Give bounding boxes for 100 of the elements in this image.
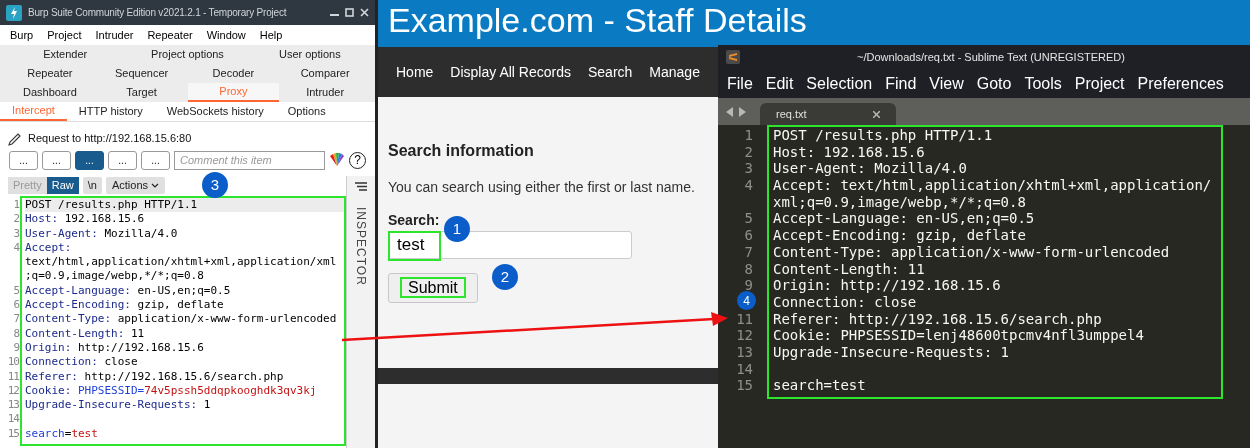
line-number: 1 [13,198,19,213]
nav-link[interactable]: Display All Records [450,61,571,83]
tool-tab[interactable]: Repeater [4,64,96,83]
menu-item[interactable]: View [929,71,964,96]
site-title: Example.com - Staff Details [388,0,807,40]
line-number: 4 [744,177,753,194]
tool-tab[interactable]: Project options [126,45,249,64]
code-text: User-Agent: Mozilla/4.0 [773,160,967,177]
pencil-icon [8,131,22,146]
code-text: Origin: http://192.168.15.6 [773,277,1001,294]
line-number: 4 [13,240,19,256]
code-text: 11 [130,326,145,341]
tool-tab[interactable]: Decoder [187,64,280,83]
line-number: 8 [744,260,753,278]
text-editor[interactable] [767,125,1223,399]
line-number: 6 [13,298,19,313]
menu-item[interactable]: Burp [10,26,34,44]
code-text: Cookie: [25,383,72,399]
submit-button[interactable]: Submit [388,273,478,303]
actions-dropdown[interactable]: Actions [105,176,165,194]
sub-tab[interactable]: WebSockets history [154,102,276,121]
comment-field[interactable]: Comment this item [174,150,325,170]
code-text: ;q=0.9,image/webp,*/*;q=0.8 [25,269,204,283]
sub-tab[interactable]: HTTP history [66,102,155,121]
nav-link[interactable]: Home [396,61,434,83]
close-icon[interactable] [360,8,369,17]
newline-toggle[interactable]: \n [82,176,102,194]
action-button[interactable]: ... [42,150,71,170]
close-icon[interactable] [873,110,880,118]
line-number: 5 [13,283,19,299]
code-text: 192.168.15.6 [64,212,145,227]
line-number: 3 [744,160,753,178]
code-text: POST /results.php HTTP/1.1 [773,127,993,143]
action-button[interactable]: ... [9,150,38,170]
file-tab[interactable]: req.txt [760,103,896,125]
menu-item[interactable]: Tools [1024,71,1062,96]
code-text: en-US,en;q=0.5 [137,283,231,299]
code-text: Accept: text/html,application/xhtml+xml,application/ [773,177,1212,194]
menu-item[interactable]: Selection [806,71,873,96]
code-text: close [104,355,138,370]
action-button[interactable]: ... [108,150,137,170]
request-target: Request to http://192.168.15.6:80 [28,131,192,147]
code-text: Upgrade-Insecure-Requests: [25,398,198,413]
field-label: Search: [388,211,440,230]
menu-item[interactable]: Repeater [147,26,193,44]
tool-tab[interactable]: Comparer [279,64,371,83]
code-text: Connection: close [773,293,917,310]
menu-item[interactable]: Window [206,26,246,44]
tool-tab[interactable]: Target [95,83,188,102]
menu-item[interactable]: Project [47,26,82,44]
code-text: Host: [25,212,59,227]
code-text: xml;q=0.9,image/webp,*/*;q=0.8 [773,193,1026,210]
code-text: Accept-Encoding: gzip, deflate [773,227,1026,244]
line-number: 9 [744,277,753,294]
code-text: User-Agent: [25,226,98,241]
nav-link[interactable]: Manage [649,61,700,83]
tab-arrows-icon[interactable] [726,107,746,117]
line-number: 1 [744,127,753,144]
tool-tab[interactable]: User options [248,45,371,64]
menu-item[interactable]: Help [259,26,283,44]
code-text: 74v5pssh5ddqpkooghdk3qv3kj [144,383,317,399]
tool-tab[interactable]: Sequencer [95,64,188,83]
code-text: Content-Type: [25,312,112,327]
code-text: Content-Length: 11 [773,260,925,277]
menu-item[interactable]: Goto [976,71,1012,96]
nav-link[interactable]: Search [587,61,633,83]
intro-text: You can search using either the first or last name. [388,178,695,197]
tool-tab[interactable]: Extender [4,45,127,64]
line-number: 11 [736,310,753,328]
menu-item[interactable]: Intruder [95,26,134,44]
action-button[interactable]: ... [141,150,170,170]
sub-tab[interactable]: Options [275,102,338,121]
inspector-label[interactable]: INSPECTOR [352,207,370,286]
code-text: PHPSESSID= [77,383,145,399]
line-number: 12 [736,327,753,344]
menu-item[interactable]: Preferences [1137,71,1224,96]
line-number: 11 [7,369,19,384]
color-fan-icon[interactable] [329,153,345,167]
code-text: Referer: http://192.168.15.6/search.php [773,310,1102,327]
code-text: http://192.168.15.6 [77,340,204,356]
code-text: test [71,426,98,442]
line-number: 13 [7,398,19,413]
menu-item[interactable]: Edit [765,71,794,96]
maximize-icon[interactable] [345,8,354,17]
caret-icon [151,182,159,188]
line-number: 15 [736,377,753,394]
window-title: Burp Suite Community Edition v2021.2.1 - Temporary Project [28,6,288,20]
action-button[interactable]: ... [75,150,104,170]
line-number: 14 [7,412,19,427]
code-text: Accept-Language: [25,283,131,299]
view-toggle[interactable]: Raw [46,176,79,194]
code-text: Cookie: PHPSESSID=lenj48600tpcmv4nfl3umppel4 [773,327,1144,344]
tool-tab[interactable]: Intruder [279,83,371,102]
menu-icon[interactable] [355,182,367,191]
tool-tab[interactable]: Dashboard [4,83,96,102]
code-text: Origin: [25,340,72,356]
menu-item[interactable]: Project [1074,71,1125,96]
menu-item[interactable]: Find [885,71,917,96]
request-editor[interactable] [20,196,346,447]
menu-item[interactable]: File [727,71,753,96]
